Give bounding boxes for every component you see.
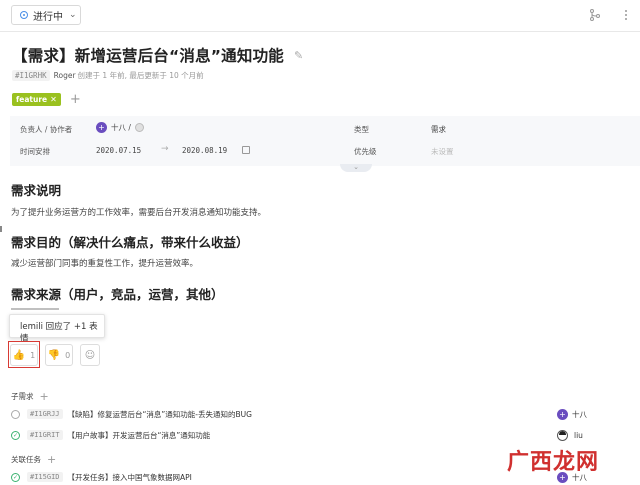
paragraph-goal: 减少运营部门同事的重复性工作，提升运营效率。 <box>11 259 199 269</box>
owner-value[interactable]: + 十八 / <box>96 122 144 133</box>
author-link[interactable]: Roger <box>54 71 76 80</box>
properties-panel: 负责人 / 协作者 + 十八 / 类型 需求 时间安排 2020.07.15 →… <box>10 116 640 166</box>
avatar: + <box>557 408 568 420</box>
highlight-box <box>8 341 40 368</box>
issue-id[interactable]: #I1GRHK <box>12 70 50 81</box>
subtasks-label-text: 子需求 <box>11 392 34 401</box>
arrow-right-icon: → <box>161 144 169 154</box>
item-id: #I1GRJJ <box>27 409 63 419</box>
heading-source: 需求来源（用户，竞品，运营，其他） <box>11 287 224 302</box>
collapse-toggle[interactable]: ⌄ <box>340 164 372 172</box>
end-date[interactable]: 2020.08.19 <box>182 146 227 155</box>
watermark: 广西龙网 <box>507 450 600 475</box>
title-row: 【需求】新增运营后台“消息”通知功能 ✎ <box>12 44 303 66</box>
tag-row: feature ✕ + <box>12 93 81 106</box>
start-date[interactable]: 2020.07.15 <box>96 146 141 155</box>
smile-icon: ☺ <box>84 349 96 361</box>
schedule-label: 时间安排 <box>20 147 50 156</box>
paragraph-description: 为了提升业务运营方的工作效率，需要后台开发消息通知功能支持。 <box>11 208 267 218</box>
list-item[interactable]: #I1GRJJ 【缺陷】修复运营后台“消息”通知功能-丢失通知的BUG + 十八 <box>11 406 631 422</box>
tag-feature[interactable]: feature ✕ <box>12 93 61 106</box>
priority-label: 优先级 <box>354 147 377 156</box>
side-marker <box>0 226 3 232</box>
item-id: #I1GRIT <box>27 430 63 440</box>
thumbs-down-button[interactable]: 👎 0 <box>45 344 73 366</box>
heading-goal: 需求目的（解决什么痛点，带来什么收益） <box>11 235 249 250</box>
item-title[interactable]: 【用户故事】开发运营后台“消息”通知功能 <box>68 430 211 441</box>
collaborator-avatar <box>134 123 144 132</box>
thumbs-down-icon: 👎 <box>47 349 61 361</box>
heading-description: 需求说明 <box>11 183 62 198</box>
add-subtask-icon[interactable]: + <box>40 391 49 402</box>
calendar-icon[interactable] <box>242 146 250 154</box>
owner-name: 十八 / <box>111 123 131 132</box>
top-bar: 进行中 ⌄ <box>0 0 640 32</box>
status-label: 进行中 <box>33 11 63 23</box>
subtasks-label: 子需求 + <box>11 391 49 402</box>
meta-info: 创建于 1 年前, 最后更新于 10 个月前 <box>77 71 204 80</box>
status-dropdown[interactable]: 进行中 ⌄ <box>11 5 81 25</box>
done-status-icon: ✓ <box>11 430 20 440</box>
owner-label: 负责人 / 协作者 <box>20 125 73 134</box>
done-status-icon: ✓ <box>11 472 20 482</box>
list-item[interactable]: ✓ #I1GRIT 【用户故事】开发运营后台“消息”通知功能 liu <box>11 427 631 443</box>
close-icon[interactable]: ✕ <box>50 95 57 104</box>
related-label: 关联任务 + <box>11 454 56 465</box>
item-assignee: + 十八 <box>557 408 587 420</box>
item-assignee: liu <box>557 429 583 441</box>
related-label-text: 关联任务 <box>11 455 41 464</box>
add-reaction-button[interactable]: ☺ <box>80 344 100 366</box>
item-title[interactable]: 【开发任务】接入中国气象数据网API <box>68 472 192 483</box>
assignee-name: liu <box>574 430 583 440</box>
reaction-tooltip: lemili 回应了 +1 表情 <box>9 314 105 344</box>
item-title[interactable]: 【缺陷】修复运营后台“消息”通知功能-丢失通知的BUG <box>68 409 252 420</box>
chevron-down-icon: ⌄ <box>69 10 77 20</box>
edit-icon[interactable]: ✎ <box>294 49 303 62</box>
add-tag-icon[interactable]: + <box>70 93 81 106</box>
priority-value[interactable]: 未设置 <box>431 146 454 157</box>
flow-icon[interactable] <box>588 9 602 23</box>
item-id: #I15GID <box>27 472 63 482</box>
tag-label: feature <box>16 95 48 104</box>
open-status-icon <box>11 409 20 419</box>
avatar <box>557 429 568 441</box>
meta-row: #I1GRHK Roger 创建于 1 年前, 最后更新于 10 个月前 <box>12 70 204 81</box>
avatar: + <box>96 122 107 133</box>
assignee-name: 十八 <box>572 409 587 419</box>
page-title: 【需求】新增运营后台“消息”通知功能 <box>12 47 284 65</box>
type-value[interactable]: 需求 <box>431 124 446 135</box>
more-icon[interactable] <box>619 9 633 23</box>
add-related-icon[interactable]: + <box>47 454 56 465</box>
hidden-text-line <box>11 308 59 311</box>
thumbs-down-count: 0 <box>65 350 71 360</box>
type-label: 类型 <box>354 125 369 134</box>
status-icon <box>20 11 28 19</box>
